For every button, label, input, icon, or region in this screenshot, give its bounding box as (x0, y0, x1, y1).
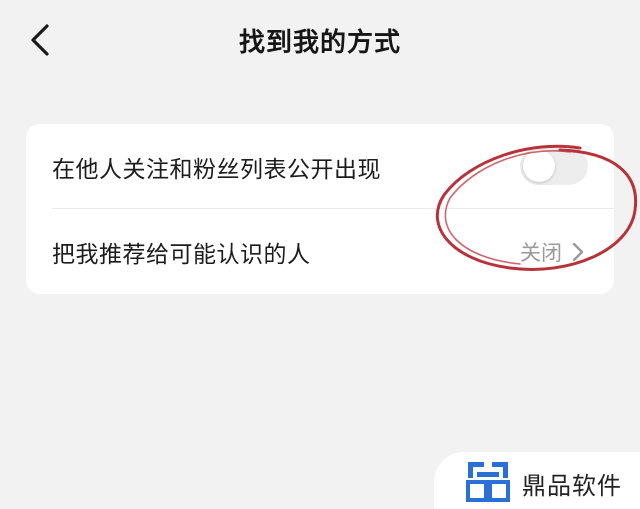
setting-row-follow-list-visibility: 在他人关注和粉丝列表公开出现 (26, 124, 614, 209)
watermark-text: 鼎品软件 (522, 472, 622, 500)
setting-value: 关闭 (520, 240, 562, 265)
settings-card: 在他人关注和粉丝列表公开出现 把我推荐给可能认识的人 关闭 (26, 124, 614, 294)
setting-label: 把我推荐给可能认识的人 (52, 241, 311, 268)
watermark-badge: 鼎品软件 (434, 452, 640, 509)
toggle-knob (523, 150, 555, 182)
setting-label: 在他人关注和粉丝列表公开出现 (52, 156, 381, 183)
page-title: 找到我的方式 (238, 28, 401, 58)
nav-header: 找到我的方式 (0, 0, 640, 80)
chevron-right-icon (572, 242, 584, 262)
follow-list-visibility-toggle[interactable] (520, 147, 588, 185)
setting-row-recommend-to-acquaintances[interactable]: 把我推荐给可能认识的人 关闭 (26, 209, 614, 294)
qr-style-logo-icon (466, 462, 510, 502)
